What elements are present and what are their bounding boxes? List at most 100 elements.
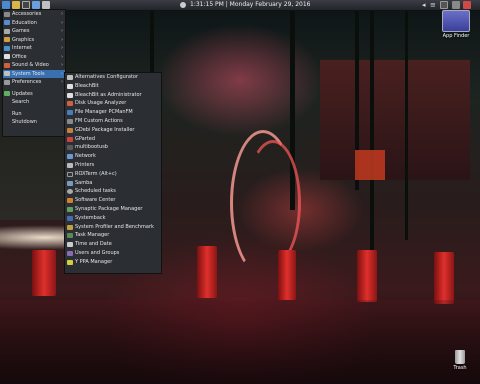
terminal-icon <box>67 171 73 177</box>
terminal-icon[interactable] <box>22 1 30 9</box>
chevron-right-icon: › <box>61 19 63 26</box>
custom-actions-icon <box>67 118 73 124</box>
games-icon <box>4 28 10 34</box>
search-icon <box>4 100 10 105</box>
updates-icon <box>4 91 10 96</box>
shutdown-icon <box>4 120 10 125</box>
chevron-right-icon: › <box>61 79 63 85</box>
exit-icon[interactable] <box>463 1 471 9</box>
power-icon[interactable] <box>452 1 460 9</box>
volume-icon[interactable]: ◂ <box>422 1 426 9</box>
submenu-item-network[interactable]: Network <box>65 152 161 161</box>
menu-item-accessories[interactable]: Accessories › <box>3 10 65 19</box>
menu-item-label: Games <box>12 28 30 34</box>
panel-clock[interactable]: 1:31:15 PM | Monday February 29, 2016 <box>190 1 310 9</box>
browser-icon[interactable] <box>32 1 40 9</box>
sound-video-icon <box>4 62 10 68</box>
chevron-right-icon: › <box>61 62 63 68</box>
bleachbit-icon <box>67 92 73 98</box>
menu-item-office[interactable]: Office › <box>3 53 65 62</box>
menu-item-shutdown[interactable]: Shutdown <box>3 118 65 127</box>
menu-item-games[interactable]: Games › <box>3 27 65 36</box>
submenu-item-software-center[interactable]: Software Center <box>65 196 161 205</box>
accessories-icon <box>4 11 10 17</box>
submenu-item-gdebi[interactable]: GDebi Package Installer <box>65 126 161 135</box>
menu-item-updates[interactable]: Updates <box>3 90 65 99</box>
submenu-item-multibootusb[interactable]: multibootusb <box>65 143 161 152</box>
notification-icon[interactable] <box>440 1 448 9</box>
calendar-icon <box>67 242 73 248</box>
menu-item-graphics[interactable]: Graphics › <box>3 36 65 45</box>
menu-item-preferences[interactable]: Preferences › <box>3 78 65 87</box>
submenu-item-label: FM Custom Actions <box>75 117 123 124</box>
file-manager-icon[interactable] <box>12 1 20 9</box>
app-finder-label: App Finder <box>442 33 470 39</box>
chevron-right-icon: › <box>61 70 63 77</box>
menu-item-label: Office <box>12 53 27 60</box>
submenu-item-roxterm[interactable]: ROXTerm (Alt+c) <box>65 170 161 179</box>
gparted-icon <box>67 136 73 142</box>
submenu-item-label: Scheduled tasks <box>75 188 116 195</box>
menu-item-label: Preferences <box>12 79 42 85</box>
menu-item-run[interactable]: Run <box>3 110 65 119</box>
submenu-item-alternatives-configurator[interactable]: Alternatives Configurator <box>65 73 161 82</box>
preferences-icon <box>4 79 10 85</box>
systemback-icon <box>67 215 73 221</box>
submenu-item-printers[interactable]: Printers <box>65 161 161 170</box>
synaptic-icon <box>67 206 73 212</box>
menu-item-internet[interactable]: Internet › <box>3 44 65 53</box>
system-tools-icon <box>4 71 10 76</box>
submenu-item-label: Software Center <box>75 197 116 204</box>
chevron-right-icon: › <box>61 53 63 60</box>
submenu-item-samba[interactable]: Samba <box>65 179 161 188</box>
network-icon[interactable]: ≡ <box>430 1 436 9</box>
submenu-item-label: GParted <box>75 135 95 142</box>
chevron-right-icon: › <box>61 28 63 34</box>
submenu-item-systemback[interactable]: Systemback <box>65 214 161 223</box>
menu-item-sound-video[interactable]: Sound & Video › <box>3 61 65 70</box>
configurator-icon <box>67 75 73 80</box>
submenu-item-label: Printers <box>75 161 95 168</box>
submenu-item-disk-usage-analyzer[interactable]: Disk Usage Analyzer <box>65 99 161 108</box>
menu-item-label: Education <box>12 19 37 26</box>
menu-launcher-icon[interactable] <box>2 1 10 9</box>
trash-desktop-icon[interactable]: Trash <box>446 350 474 371</box>
submenu-item-label: Samba <box>75 179 93 186</box>
submenu-item-synaptic[interactable]: Synaptic Package Manager <box>65 205 161 214</box>
trash-label: Trash <box>453 365 467 371</box>
system-tools-submenu: Alternatives Configurator BleachBit Blea… <box>64 72 162 274</box>
menu-item-label: Sound & Video <box>12 62 49 68</box>
submenu-item-system-profiler[interactable]: System Profiler and Benchmark <box>65 223 161 232</box>
clock-icon <box>67 189 73 195</box>
submenu-item-task-manager[interactable]: Task Manager <box>65 231 161 240</box>
submenu-item-bleachbit[interactable]: BleachBit <box>65 82 161 91</box>
disk-usage-icon <box>67 101 73 107</box>
top-panel: 1:31:15 PM | Monday February 29, 2016 ◂ … <box>0 0 480 11</box>
submenu-item-label: Network <box>75 153 96 160</box>
settings-icon[interactable] <box>42 1 50 9</box>
submenu-item-file-manager[interactable]: File Manager PCManFM <box>65 108 161 117</box>
submenu-item-label: ROXTerm (Alt+c) <box>75 170 117 177</box>
submenu-item-bleachbit-admin[interactable]: BleachBit as Administrator <box>65 91 161 100</box>
submenu-item-fm-custom-actions[interactable]: FM Custom Actions <box>65 117 161 126</box>
submenu-item-y-ppa-manager[interactable]: Y PPA Manager <box>65 258 161 267</box>
menu-item-search[interactable]: Search <box>3 98 65 107</box>
submenu-item-label: Systemback <box>75 214 106 221</box>
show-desktop-icon[interactable] <box>180 2 186 8</box>
menu-item-education[interactable]: Education › <box>3 19 65 28</box>
menu-item-system-tools[interactable]: System Tools › <box>3 69 65 78</box>
main-menu: Accessories › Education › Games › Graphics ›… <box>2 9 66 137</box>
printer-icon <box>67 162 73 168</box>
submenu-item-users-and-groups[interactable]: Users and Groups <box>65 249 161 258</box>
app-finder-desktop-icon[interactable]: App Finder <box>436 10 476 39</box>
graphics-icon <box>4 37 10 42</box>
submenu-item-time-and-date[interactable]: Time and Date <box>65 240 161 249</box>
chevron-right-icon: › <box>61 45 63 51</box>
submenu-item-label: Users and Groups <box>75 249 120 256</box>
submenu-item-label: GDebi Package Installer <box>75 126 135 133</box>
submenu-item-gparted[interactable]: GParted <box>65 135 161 144</box>
internet-icon <box>4 45 10 51</box>
submenu-item-label: BleachBit as Administrator <box>75 91 142 98</box>
samba-icon <box>67 180 73 186</box>
submenu-item-scheduled-tasks[interactable]: Scheduled tasks <box>65 187 161 196</box>
